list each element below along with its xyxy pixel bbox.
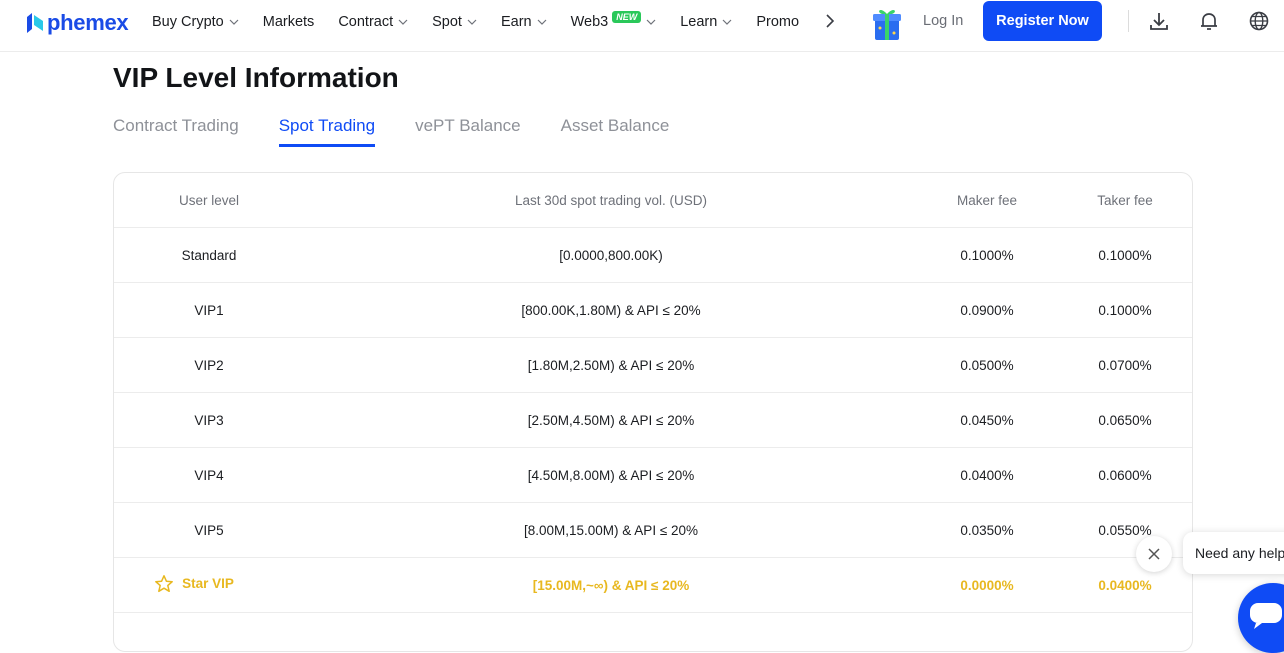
cell-taker: 0.0600% xyxy=(1056,447,1192,503)
nav-item-web3[interactable]: Web3 NEW xyxy=(570,11,657,30)
help-bubble[interactable]: Need any help xyxy=(1183,532,1284,574)
cell-taker: 0.0400% xyxy=(1056,557,1192,613)
nav-item-label: Web3 xyxy=(570,14,609,30)
table-row-star-vip: Star VIP [15.00M,~∞) & API ≤ 20% 0.0000%… xyxy=(114,557,1192,613)
cell-volume: [4.50M,8.00M) & API ≤ 20% xyxy=(304,447,918,503)
chevron-down-icon xyxy=(398,19,408,25)
cell-maker: 0.0900% xyxy=(918,282,1056,338)
cell-taker: 0.0700% xyxy=(1056,337,1192,393)
cell-volume: [800.00K,1.80M) & API ≤ 20% xyxy=(304,282,918,338)
cell-maker: 0.0450% xyxy=(918,392,1056,448)
header-taker-fee: Taker fee xyxy=(1056,173,1192,228)
tab-vept-balance[interactable]: vePT Balance xyxy=(415,116,521,147)
cell-level: VIP5 xyxy=(114,502,304,558)
header-volume: Last 30d spot trading vol. (USD) xyxy=(304,173,918,228)
cell-level: VIP2 xyxy=(114,337,304,393)
brand-name: phemex xyxy=(47,10,129,35)
cell-volume: [0.0000,800.00K) xyxy=(304,227,918,283)
nav-item-label: Earn xyxy=(500,14,532,30)
close-icon xyxy=(1148,548,1160,560)
header-user-level: User level xyxy=(114,173,304,228)
gift-icon[interactable] xyxy=(870,4,904,42)
header-maker-fee: Maker fee xyxy=(918,173,1056,228)
table-row: VIP4 [4.50M,8.00M) & API ≤ 20% 0.0400% 0… xyxy=(114,447,1192,503)
phemex-logo[interactable]: phemex xyxy=(26,10,129,36)
chat-button[interactable] xyxy=(1238,583,1284,653)
cell-volume: [8.00M,15.00M) & API ≤ 20% xyxy=(304,502,918,558)
cell-level: VIP1 xyxy=(114,282,304,338)
table-header-row: User level Last 30d spot trading vol. (U… xyxy=(114,173,1192,228)
chevron-down-icon xyxy=(229,19,239,25)
cell-taker: 0.0650% xyxy=(1056,392,1192,448)
star-icon xyxy=(155,574,174,592)
cell-maker: 0.0350% xyxy=(918,502,1056,558)
page-title: VIP Level Information xyxy=(113,62,399,93)
top-navbar: phemex Buy Crypto Markets Contract Spot … xyxy=(0,0,1284,52)
tab-spot-trading[interactable]: Spot Trading xyxy=(278,116,376,147)
cell-maker: 0.1000% xyxy=(918,227,1056,283)
tab-contract-trading[interactable]: Contract Trading xyxy=(113,116,239,147)
tab-asset-balance[interactable]: Asset Balance xyxy=(561,116,670,147)
chevron-right-icon[interactable] xyxy=(822,13,838,29)
nav-menu: Buy Crypto Markets Contract Spot Earn We… xyxy=(152,0,823,44)
chat-icon xyxy=(1250,603,1282,629)
new-badge: NEW xyxy=(612,11,642,23)
table-row: VIP5 [8.00M,15.00M) & API ≤ 20% 0.0350% … xyxy=(114,502,1192,558)
nav-item-earn[interactable]: Earn xyxy=(501,14,547,30)
level-tabs: Contract Trading Spot Trading vePT Balan… xyxy=(113,116,709,147)
cell-taker: 0.1000% xyxy=(1056,282,1192,338)
nav-item-label: Learn xyxy=(680,14,718,30)
table-row: VIP3 [2.50M,4.50M) & API ≤ 20% 0.0450% 0… xyxy=(114,392,1192,448)
chevron-down-icon xyxy=(467,19,477,25)
cell-maker: 0.0500% xyxy=(918,337,1056,393)
register-button[interactable]: Register Now xyxy=(983,1,1102,41)
cell-taker: 0.1000% xyxy=(1056,227,1192,283)
help-close-button[interactable] xyxy=(1136,536,1172,572)
nav-item-markets[interactable]: Markets xyxy=(263,14,315,30)
nav-item-contract[interactable]: Contract xyxy=(338,14,408,30)
chevron-down-icon xyxy=(537,19,547,25)
login-link[interactable]: Log In xyxy=(923,13,963,29)
nav-item-buy-crypto[interactable]: Buy Crypto xyxy=(152,14,239,30)
vip-level-table: User level Last 30d spot trading vol. (U… xyxy=(113,172,1193,652)
nav-item-label: Buy Crypto xyxy=(152,14,224,30)
star-vip-label: Star VIP xyxy=(182,576,234,591)
nav-item-learn[interactable]: Learn xyxy=(680,14,732,30)
cell-maker: 0.0400% xyxy=(918,447,1056,503)
phemex-logo-icon xyxy=(27,13,43,33)
cell-volume: [2.50M,4.50M) & API ≤ 20% xyxy=(304,392,918,448)
help-bubble-text: Need any help xyxy=(1195,545,1284,561)
bell-icon[interactable] xyxy=(1198,10,1220,32)
cell-maker: 0.0000% xyxy=(918,557,1056,613)
cell-level: VIP3 xyxy=(114,392,304,448)
nav-item-label: Markets xyxy=(262,14,315,30)
cell-level: Standard xyxy=(114,227,304,283)
nav-item-label: Promo xyxy=(756,14,800,30)
nav-item-spot[interactable]: Spot xyxy=(432,14,477,30)
cell-volume: [1.80M,2.50M) & API ≤ 20% xyxy=(304,337,918,393)
nav-item-label: Spot xyxy=(432,14,462,30)
globe-icon[interactable] xyxy=(1248,10,1270,32)
cell-volume: [15.00M,~∞) & API ≤ 20% xyxy=(304,557,918,613)
nav-item-label: Contract xyxy=(338,14,394,30)
cell-taker: 0.0550% xyxy=(1056,502,1192,558)
nav-divider xyxy=(1128,10,1129,32)
cell-level: Star VIP xyxy=(114,557,304,613)
table-row: Standard [0.0000,800.00K) 0.1000% 0.1000… xyxy=(114,227,1192,283)
table-row-partial xyxy=(114,612,1192,651)
cell-level: VIP4 xyxy=(114,447,304,503)
nav-item-promo[interactable]: Promo xyxy=(756,14,799,30)
table-row: VIP1 [800.00K,1.80M) & API ≤ 20% 0.0900%… xyxy=(114,282,1192,338)
table-row: VIP2 [1.80M,2.50M) & API ≤ 20% 0.0500% 0… xyxy=(114,337,1192,393)
download-icon[interactable] xyxy=(1148,10,1170,32)
chevron-down-icon xyxy=(722,19,732,25)
chevron-down-icon xyxy=(646,19,656,25)
